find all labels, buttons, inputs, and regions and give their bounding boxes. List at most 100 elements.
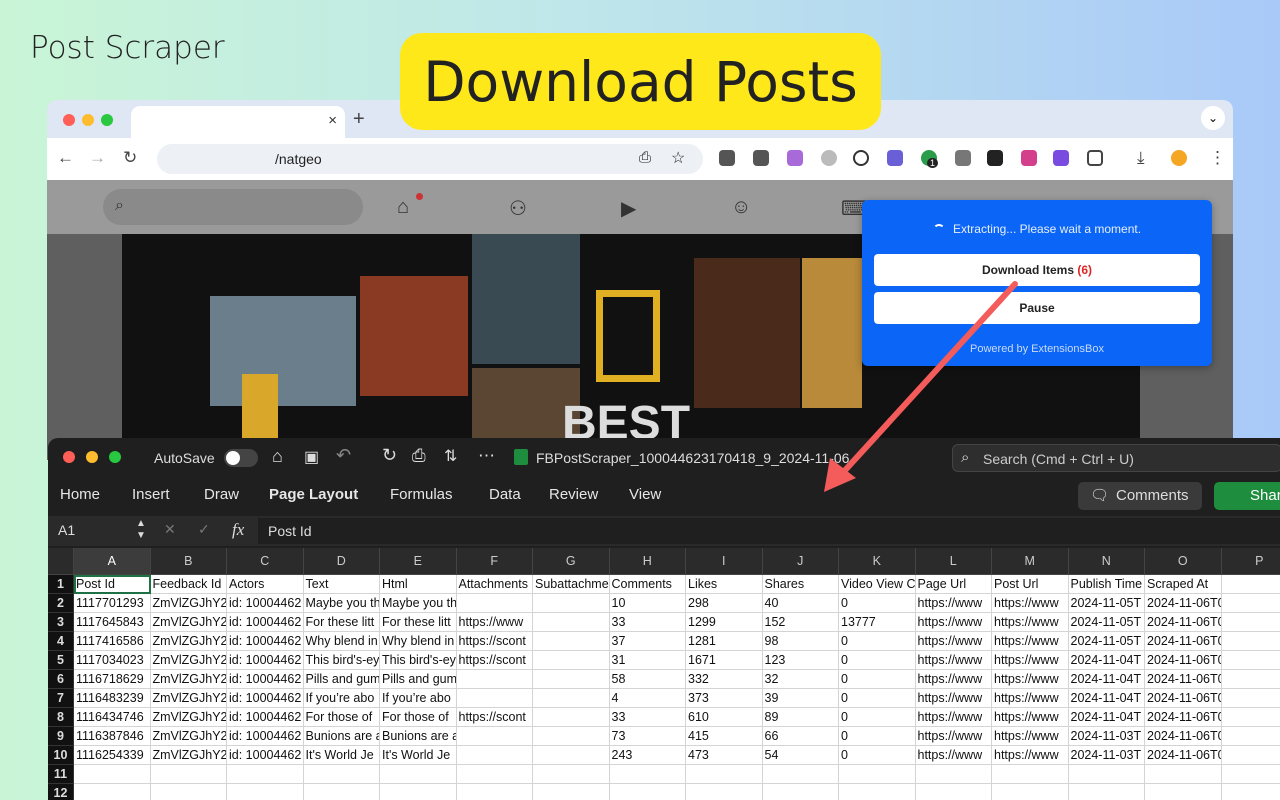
- table-cell[interactable]: [456, 594, 533, 613]
- new-tab-button[interactable]: +: [353, 108, 365, 131]
- table-cell[interactable]: https://scont: [456, 708, 533, 727]
- row-header[interactable]: 7: [48, 689, 74, 708]
- table-cell[interactable]: 37: [609, 632, 686, 651]
- table-cell[interactable]: id: 10004462: [227, 670, 304, 689]
- column-header[interactable]: P: [1221, 548, 1280, 575]
- bookmark-star-icon[interactable]: ☆: [671, 148, 685, 168]
- table-cell[interactable]: 1117701293: [74, 594, 151, 613]
- table-cell[interactable]: ZmVlZGJhY2: [150, 708, 227, 727]
- close-window-button[interactable]: [63, 451, 75, 463]
- table-cell[interactable]: 1116434746: [74, 708, 151, 727]
- table-cell[interactable]: 58: [609, 670, 686, 689]
- more-icon[interactable]: ⋯: [478, 446, 495, 466]
- post-scraper-extension-icon[interactable]: 1: [921, 150, 939, 168]
- table-cell[interactable]: https://www: [915, 613, 992, 632]
- table-cell[interactable]: [533, 613, 610, 632]
- table-cell[interactable]: [1221, 727, 1280, 746]
- table-cell[interactable]: https://www: [992, 727, 1069, 746]
- table-cell[interactable]: ZmVlZGJhY2: [150, 651, 227, 670]
- table-cell[interactable]: [74, 765, 151, 784]
- column-header[interactable]: G: [533, 548, 610, 575]
- undo-icon[interactable]: ↶: [336, 445, 351, 466]
- table-cell[interactable]: [380, 784, 457, 800]
- column-label-cell[interactable]: Publish Time: [1068, 575, 1145, 594]
- table-cell[interactable]: 98: [762, 632, 839, 651]
- table-cell[interactable]: id: 10004462: [227, 708, 304, 727]
- table-cell[interactable]: 2024-11-06T09:26:21.5: [1145, 708, 1222, 727]
- back-icon[interactable]: ←: [57, 148, 74, 168]
- extension-icon[interactable]: [987, 150, 1003, 166]
- table-cell[interactable]: 54: [762, 746, 839, 765]
- table-cell[interactable]: 610: [686, 708, 763, 727]
- table-cell[interactable]: [1222, 784, 1280, 800]
- table-cell[interactable]: [457, 784, 533, 800]
- table-cell[interactable]: https://www: [915, 594, 992, 613]
- table-cell[interactable]: 1117034023: [74, 651, 151, 670]
- column-header[interactable]: B: [150, 548, 227, 575]
- table-cell[interactable]: [533, 708, 610, 727]
- row-header[interactable]: 4: [48, 632, 74, 651]
- menu-kebab-icon[interactable]: ⋮: [1209, 148, 1226, 168]
- table-cell[interactable]: [1221, 613, 1280, 632]
- ribbon-tab-view[interactable]: View: [629, 486, 661, 503]
- extension-icon[interactable]: [887, 150, 903, 166]
- table-cell[interactable]: [533, 651, 610, 670]
- table-cell[interactable]: 0: [839, 689, 916, 708]
- table-cell[interactable]: If you’re abo: [380, 689, 457, 708]
- table-cell[interactable]: [227, 765, 304, 784]
- column-label-cell[interactable]: Likes: [686, 575, 763, 594]
- row-header[interactable]: 2: [48, 594, 74, 613]
- table-cell[interactable]: [533, 632, 610, 651]
- table-cell[interactable]: [1221, 632, 1280, 651]
- table-cell[interactable]: Maybe you th: [303, 594, 380, 613]
- reload-icon[interactable]: ↻: [123, 148, 137, 168]
- table-cell[interactable]: 123: [762, 651, 839, 670]
- ribbon-tab-draw[interactable]: Draw: [204, 486, 239, 503]
- maximize-window-button[interactable]: [109, 451, 121, 463]
- pause-button[interactable]: Pause: [874, 292, 1200, 324]
- row-header[interactable]: 12: [48, 784, 74, 800]
- table-cell[interactable]: id: 10004462: [227, 746, 304, 765]
- tab-search-icon[interactable]: ⌄: [1201, 106, 1225, 130]
- table-cell[interactable]: ZmVlZGJhY2: [150, 727, 227, 746]
- table-cell[interactable]: 2024-11-04T: [1068, 670, 1145, 689]
- table-cell[interactable]: 1281: [686, 632, 763, 651]
- table-cell[interactable]: 2024-11-05T: [1068, 613, 1145, 632]
- table-cell[interactable]: Why blend in: [380, 632, 457, 651]
- select-all-corner[interactable]: [48, 548, 74, 575]
- table-cell[interactable]: [1221, 708, 1280, 727]
- extension-icon[interactable]: [821, 150, 837, 166]
- table-cell[interactable]: 0: [839, 727, 916, 746]
- table-cell[interactable]: [456, 727, 533, 746]
- table-cell[interactable]: [533, 727, 610, 746]
- minimize-window-button[interactable]: [82, 114, 94, 126]
- table-cell[interactable]: 73: [609, 727, 686, 746]
- table-cell[interactable]: 2024-11-05T: [1068, 632, 1145, 651]
- table-cell[interactable]: 243: [609, 746, 686, 765]
- extension-icon[interactable]: [955, 150, 971, 166]
- name-box[interactable]: A1: [58, 522, 75, 538]
- row-header[interactable]: 1: [48, 575, 74, 594]
- table-cell[interactable]: [992, 765, 1069, 784]
- column-label-cell[interactable]: Comments: [609, 575, 686, 594]
- table-cell[interactable]: [151, 784, 227, 800]
- table-cell[interactable]: [610, 784, 686, 800]
- column-header[interactable]: K: [839, 548, 916, 575]
- table-cell[interactable]: [533, 594, 610, 613]
- powered-by[interactable]: Powered by ExtensionsBox: [862, 343, 1212, 355]
- autosave-toggle[interactable]: [224, 449, 258, 467]
- column-header[interactable]: D: [303, 548, 380, 575]
- redo-icon[interactable]: ↻: [382, 445, 397, 466]
- table-cell[interactable]: https://www: [992, 708, 1069, 727]
- table-cell[interactable]: ZmVlZGJhY2: [150, 613, 227, 632]
- table-cell[interactable]: [533, 746, 610, 765]
- table-cell[interactable]: ZmVlZGJhY2: [150, 746, 227, 765]
- column-header[interactable]: H: [609, 548, 686, 575]
- table-cell[interactable]: 89: [762, 708, 839, 727]
- video-icon[interactable]: ▶: [621, 196, 636, 221]
- table-cell[interactable]: 332: [686, 670, 763, 689]
- table-cell[interactable]: Bunions are a: [380, 727, 457, 746]
- table-cell[interactable]: https://www: [915, 708, 992, 727]
- column-header[interactable]: L: [915, 548, 992, 575]
- table-cell[interactable]: [533, 689, 610, 708]
